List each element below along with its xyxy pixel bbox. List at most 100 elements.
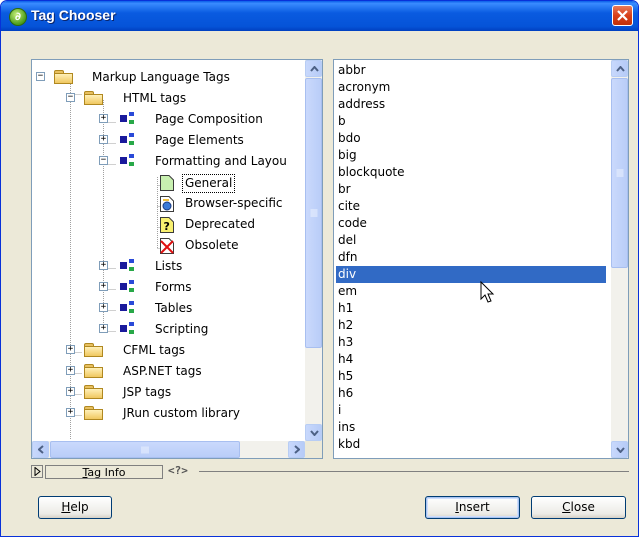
expand-toggle-icon[interactable]: + (66, 366, 75, 375)
title-bar[interactable]: ∂ Tag Chooser (1, 1, 638, 31)
collapse-toggle-icon[interactable]: − (36, 72, 45, 81)
tag-category-tree[interactable]: − Markup Language Tags − HTML tags + Page Com… (31, 59, 323, 459)
tree-item[interactable]: ? Deprecated (32, 216, 304, 237)
help-button[interactable]: Help (38, 496, 112, 519)
tag-list-item[interactable]: address (336, 96, 606, 113)
expand-toggle-icon[interactable]: + (66, 408, 75, 417)
window-close-button[interactable] (612, 5, 633, 26)
tree-item[interactable]: + Tables (32, 300, 304, 321)
scroll-down-button[interactable] (611, 441, 628, 458)
tree-item[interactable]: Browser-specific (32, 195, 304, 216)
tag-list-item[interactable]: h2 (336, 317, 606, 334)
list-vertical-scrollbar[interactable] (611, 60, 628, 458)
tag-list-item[interactable]: em (336, 283, 606, 300)
expand-toggle-icon[interactable]: + (99, 303, 108, 312)
tag-list-item[interactable]: div (336, 266, 606, 283)
tree-item-label: JSP tags (123, 385, 172, 399)
tag-list-item[interactable]: h3 (336, 334, 606, 351)
tag-list-item[interactable]: i (336, 402, 606, 419)
tree-item[interactable]: + Page Composition (32, 111, 304, 132)
folder-icon (84, 343, 104, 358)
tree-item[interactable]: + Lists (32, 258, 304, 279)
tag-list-item[interactable]: abbr (336, 62, 606, 79)
chevron-right-icon (294, 445, 300, 454)
tree-item-label: Lists (155, 259, 183, 273)
tag-list-item[interactable]: dfn (336, 249, 606, 266)
tree-vertical-scrollbar[interactable] (305, 60, 322, 441)
tree-item-label: Browser-specific (185, 196, 283, 210)
scroll-up-button[interactable] (611, 60, 628, 77)
browser-doc-icon (160, 196, 174, 212)
tree-item[interactable]: − Formatting and Layou (32, 153, 304, 174)
scroll-right-button[interactable] (288, 441, 305, 458)
tag-list-item[interactable]: br (336, 181, 606, 198)
tree-item-label: CFML tags (123, 343, 186, 357)
tag-list-item[interactable]: h4 (336, 351, 606, 368)
tree-item[interactable]: + ASP.NET tags (32, 363, 304, 384)
tag-list-item[interactable]: acronym (336, 79, 606, 96)
collapse-toggle-icon[interactable]: − (99, 156, 108, 165)
tag-list-item[interactable]: h5 (336, 368, 606, 385)
chevron-up-icon (616, 66, 625, 72)
folder-open-icon (54, 70, 74, 85)
expand-toggle-icon[interactable]: + (99, 114, 108, 123)
expand-toggle-icon[interactable]: + (99, 261, 108, 270)
scroll-left-button[interactable] (32, 441, 49, 458)
expand-toggle-icon[interactable]: + (66, 387, 75, 396)
expand-toggle-icon[interactable]: + (66, 345, 75, 354)
tree-item[interactable]: − HTML tags (32, 90, 304, 111)
tag-info-label: Tag Info (82, 466, 126, 479)
tag-list-item[interactable]: bdo (336, 130, 606, 147)
tag-list-item[interactable]: h6 (336, 385, 606, 402)
grip-icon (141, 446, 149, 453)
deprecated-doc-icon: ? (160, 217, 174, 233)
tree-item[interactable]: + JSP tags (32, 384, 304, 405)
tree-item[interactable]: + Scripting (32, 321, 304, 342)
tag-info-tab[interactable]: Tag Info (45, 465, 163, 479)
tag-list-item[interactable]: cite (336, 198, 606, 215)
tree-item[interactable]: + Forms (32, 279, 304, 300)
tree-item-label: Forms (155, 280, 192, 294)
insert-button[interactable]: Insert (425, 496, 520, 519)
scroll-thumb[interactable] (611, 78, 628, 268)
tag-list-item[interactable]: code (336, 215, 606, 232)
tag-list-item[interactable]: h1 (336, 300, 606, 317)
tree-item-label: Scripting (155, 322, 209, 336)
tag-list-item[interactable]: big (336, 147, 606, 164)
tag-list-item[interactable]: b (336, 113, 606, 130)
tree-item[interactable]: + JRun custom library (32, 405, 304, 426)
scroll-thumb[interactable] (305, 78, 322, 348)
chevron-up-icon (310, 66, 319, 72)
tag-list-content: abbr acronym address b bdo big blockquote br cit… (334, 60, 610, 458)
scroll-up-button[interactable] (305, 60, 322, 77)
tree-item[interactable]: Obsolete (32, 237, 304, 258)
scroll-thumb-horizontal[interactable] (50, 441, 240, 458)
expand-toggle-icon[interactable]: + (99, 282, 108, 291)
tag-list-item[interactable]: blockquote (336, 164, 606, 181)
tree-item[interactable]: General (32, 174, 304, 195)
tag-list-item[interactable]: ins (336, 419, 606, 436)
tag-list-item[interactable]: kbd (336, 436, 606, 453)
code-view-icon[interactable]: <?> (168, 464, 188, 477)
tree-item-label: Page Composition (155, 112, 263, 126)
help-button-label: Help (61, 500, 89, 514)
tree-item[interactable]: − Markup Language Tags (32, 69, 304, 90)
expand-tag-info-button[interactable] (31, 465, 43, 478)
tree-item[interactable]: + Page Elements (32, 132, 304, 153)
triangle-right-icon (34, 467, 41, 476)
grip-icon (616, 169, 623, 177)
app-logo-icon: ∂ (9, 8, 27, 26)
scroll-down-button[interactable] (305, 424, 322, 441)
tag-group-icon (120, 154, 136, 168)
tag-list[interactable]: abbr acronym address b bdo big blockquote br cit… (333, 59, 629, 459)
divider (199, 471, 629, 472)
expand-toggle-icon[interactable]: + (99, 324, 108, 333)
svg-text:?: ? (164, 220, 170, 233)
close-button[interactable]: Close (531, 496, 626, 519)
collapse-toggle-icon[interactable]: − (66, 93, 75, 102)
tree-horizontal-scrollbar[interactable] (32, 441, 305, 458)
expand-toggle-icon[interactable]: + (99, 135, 108, 144)
tree-item[interactable]: + CFML tags (32, 342, 304, 363)
close-button-label: Close (562, 500, 595, 514)
tag-list-item[interactable]: del (336, 232, 606, 249)
